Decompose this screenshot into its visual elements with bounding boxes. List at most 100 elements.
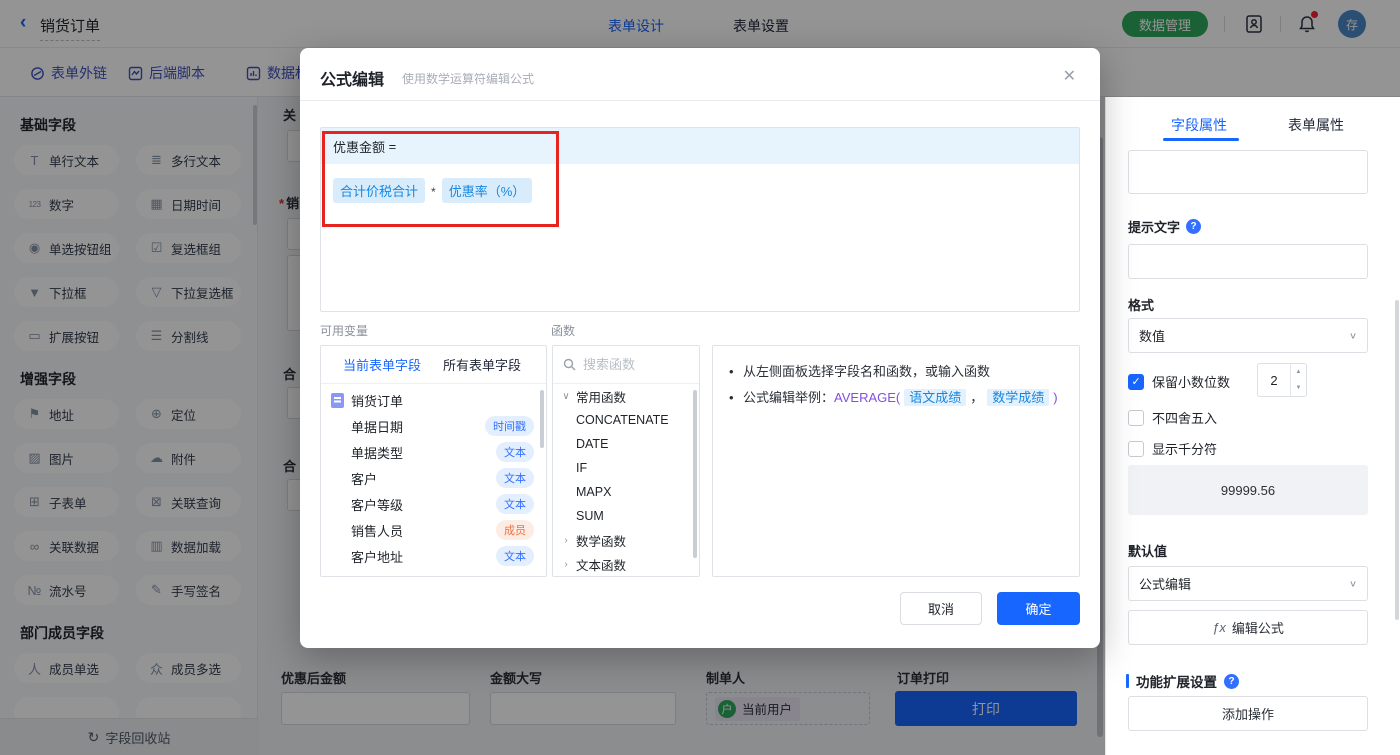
hint-text-label: 提示文字 ? — [1128, 217, 1201, 236]
tab-current-form-fields[interactable]: 当前表单字段 — [343, 355, 421, 374]
bullet-icon: • — [729, 359, 743, 385]
variable-row[interactable]: 单据类型 文本 — [321, 439, 546, 465]
variable-row[interactable]: 客户 文本 — [321, 465, 546, 491]
variable-name: 客户地址 — [351, 547, 403, 566]
form-tree-root[interactable]: 销货订单 — [321, 384, 546, 413]
variable-name: 销售人员 — [351, 521, 403, 540]
example-function-text: ) — [1053, 390, 1057, 405]
no-rounding-label: 不四舍五入 — [1152, 408, 1217, 427]
form-doc-icon — [331, 393, 344, 408]
search-icon — [563, 358, 576, 371]
function-item[interactable]: IF — [553, 456, 699, 480]
chevron-down-icon: ∨ — [561, 391, 571, 402]
function-item[interactable]: DATE — [553, 432, 699, 456]
number-format-preview: 99999.56 — [1128, 465, 1368, 515]
panel-scrollbar[interactable] — [1395, 300, 1399, 620]
section-accent-bar — [1126, 674, 1129, 688]
tip-text: 从左侧面板选择字段名和函数，或输入函数 — [743, 364, 990, 379]
properties-panel: 字段属性 表单属性 提示文字 ? 格式 数值 ∨ 保留小数位数 2 ▲ ▼ 不四… — [1105, 97, 1400, 755]
stepper-down-icon[interactable]: ▼ — [1291, 380, 1306, 396]
function-search[interactable] — [553, 346, 699, 384]
variable-name: 单据类型 — [351, 443, 403, 462]
functions-scrollbar[interactable] — [693, 390, 697, 558]
formula-edit-modal: 公式编辑 使用数学运算符编辑公式 ✕ 优惠金额 = 合计价税合计*优惠率（%） … — [300, 48, 1100, 648]
default-value-select[interactable]: 公式编辑 ∨ — [1128, 566, 1368, 601]
close-icon[interactable]: ✕ — [1063, 66, 1076, 86]
variable-row[interactable]: 客户地址 文本 — [321, 543, 546, 569]
example-field-token: 数学成绩 — [987, 389, 1049, 406]
chevron-down-icon: ∨ — [1349, 578, 1357, 588]
formula-target-bar: 优惠金额 = — [321, 128, 1079, 164]
formula-target-field: 优惠金额 — [333, 137, 385, 156]
field-type-badge: 文本 — [496, 494, 534, 514]
variables-scrollbar[interactable] — [540, 390, 544, 448]
function-group[interactable]: ∨ 常用函数 — [553, 384, 699, 408]
description-box[interactable] — [1128, 150, 1368, 194]
extension-settings-header: 功能扩展设置 ? — [1126, 671, 1239, 691]
function-group[interactable]: › 数学函数 — [553, 528, 699, 552]
variable-name: 单据日期 — [351, 417, 403, 436]
checkbox-checked-icon[interactable] — [1128, 374, 1144, 390]
variable-name: 客户 — [351, 469, 377, 488]
formula-field-token[interactable]: 优惠率（%） — [442, 178, 533, 203]
format-value: 数值 — [1139, 326, 1165, 345]
bullet-icon: • — [729, 385, 743, 411]
field-type-badge: 文本 — [496, 546, 534, 566]
variable-row[interactable]: 单据日期 时间戳 — [321, 413, 546, 439]
function-item[interactable]: SUM — [553, 504, 699, 528]
field-type-badge: 文本 — [496, 442, 534, 462]
format-label: 格式 — [1128, 295, 1154, 314]
form-root-label: 销货订单 — [351, 391, 403, 410]
field-type-badge: 成员 — [496, 520, 534, 540]
tab-field-properties[interactable]: 字段属性 — [1171, 115, 1227, 135]
formula-operator: * — [431, 185, 436, 199]
functions-section-label: 函数 — [551, 322, 575, 339]
hint-text-input[interactable] — [1128, 244, 1368, 279]
formula-field-token[interactable]: 合计价税合计 — [333, 178, 425, 203]
modal-title: 公式编辑 — [320, 66, 384, 90]
decimal-places-checkbox-row[interactable]: 保留小数位数 — [1128, 372, 1230, 391]
tab-all-form-fields[interactable]: 所有表单字段 — [443, 355, 521, 374]
modal-subtitle: 使用数学运算符编辑公式 — [402, 70, 534, 87]
thousands-separator-checkbox-row[interactable]: 显示千分符 — [1128, 439, 1217, 458]
variables-panel: 当前表单字段 所有表单字段 销货订单 单据日期时间戳单据类型文本客户文本客户等级… — [320, 345, 547, 577]
no-rounding-checkbox-row[interactable]: 不四舍五入 — [1128, 408, 1217, 427]
cancel-button[interactable]: 取消 — [900, 592, 982, 625]
field-type-badge: 时间戳 — [485, 416, 534, 436]
function-group[interactable]: › 文本函数 — [553, 552, 699, 576]
variable-row[interactable]: 销售人员 成员 — [321, 517, 546, 543]
checkbox-unchecked-icon[interactable] — [1128, 410, 1144, 426]
checkbox-unchecked-icon[interactable] — [1128, 441, 1144, 457]
formula-expression[interactable]: 合计价税合计 * 优惠率（%） — [321, 164, 1079, 217]
function-group-label: 文本函数 — [576, 555, 626, 574]
variables-section-label: 可用变量 — [320, 322, 368, 339]
tip-text: 公式编辑举例： — [743, 390, 834, 405]
formula-tips-panel: •从左侧面板选择字段名和函数，或输入函数•公式编辑举例：AVERAGE(语文成绩… — [712, 345, 1080, 577]
variable-row[interactable]: 客户等级文本 — [321, 491, 546, 517]
function-search-input[interactable] — [583, 357, 673, 372]
add-action-button[interactable]: 添加操作 — [1128, 696, 1368, 731]
function-group-label: 数学函数 — [576, 531, 626, 550]
format-select[interactable]: 数值 ∨ — [1128, 318, 1368, 353]
tip-text: ， — [970, 390, 983, 405]
formula-editor[interactable]: 优惠金额 = 合计价税合计 * 优惠率（%） — [320, 127, 1080, 312]
function-item[interactable]: CONCATENATE — [553, 408, 699, 432]
edit-formula-button[interactable]: ƒx 编辑公式 — [1128, 610, 1368, 645]
stepper-up-icon[interactable]: ▲ — [1291, 364, 1306, 380]
thousands-separator-label: 显示千分符 — [1152, 439, 1217, 458]
field-type-badge: 文本 — [496, 468, 534, 488]
function-group-label: 常用函数 — [576, 387, 626, 406]
equals-sign: = — [389, 139, 397, 154]
default-value-label: 默认值 — [1128, 541, 1167, 560]
confirm-button[interactable]: 确定 — [997, 592, 1080, 625]
chevron-right-icon: › — [561, 559, 571, 570]
function-item[interactable]: MAPX — [553, 480, 699, 504]
question-icon[interactable]: ? — [1186, 219, 1201, 234]
chevron-right-icon: › — [561, 535, 571, 546]
add-action-label: 添加操作 — [1222, 704, 1274, 723]
decimal-places-value: 2 — [1258, 364, 1290, 396]
question-icon[interactable]: ? — [1224, 674, 1239, 689]
tab-form-properties[interactable]: 表单属性 — [1288, 115, 1344, 135]
example-field-token: 语文成绩 — [904, 389, 966, 406]
decimal-places-stepper[interactable]: 2 ▲ ▼ — [1257, 363, 1307, 397]
